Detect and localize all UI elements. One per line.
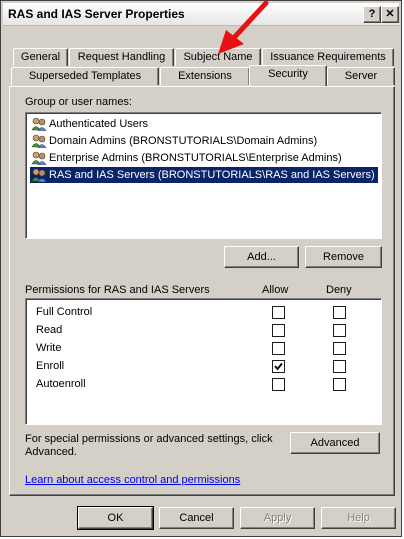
learn-more-link[interactable]: Learn about access control and permissio… — [25, 474, 240, 486]
allow-checkbox-write[interactable] — [272, 342, 285, 355]
user-group-icon — [31, 168, 47, 182]
permission-name: Enroll — [36, 360, 65, 372]
permission-row: Autoenroll — [36, 375, 86, 393]
special-permissions-text-2: Advanced. — [25, 446, 77, 458]
cancel-button[interactable]: Cancel — [159, 507, 234, 529]
user-name: Enterprise Admins (BRONSTUTORIALS\Enterp… — [49, 152, 342, 164]
advanced-button[interactable]: Advanced — [290, 432, 380, 454]
tab-subject-name[interactable]: Subject Name — [175, 48, 261, 66]
tab-general[interactable]: General — [13, 48, 68, 66]
list-item[interactable]: Domain Admins (BRONSTUTORIALS\Domain Adm… — [30, 133, 320, 149]
title-bar: RAS and IAS Server Properties ? ✕ — [3, 3, 399, 26]
tab-server[interactable]: Server — [327, 67, 395, 85]
deny-column-label: Deny — [326, 284, 352, 296]
apply-button[interactable]: Apply — [240, 507, 315, 529]
user-group-icon — [31, 151, 47, 165]
permissions-list: Full Control Read Write Enroll Autoenrol… — [25, 298, 382, 425]
tab-request-handling[interactable]: Request Handling — [69, 48, 174, 66]
add-button[interactable]: Add... — [224, 246, 299, 268]
user-group-icon — [31, 117, 47, 131]
user-name: Domain Admins (BRONSTUTORIALS\Domain Adm… — [49, 135, 318, 147]
user-name: Authenticated Users — [49, 118, 149, 130]
deny-checkbox-full-control[interactable] — [333, 306, 346, 319]
deny-checkbox-write[interactable] — [333, 342, 346, 355]
user-group-icon — [31, 134, 47, 148]
allow-checkbox-autoenroll[interactable] — [272, 378, 285, 391]
permission-row: Read — [36, 321, 62, 339]
permissions-header: Permissions for RAS and IAS Servers — [25, 284, 210, 296]
permission-name: Write — [36, 342, 62, 354]
permission-row: Full Control — [36, 303, 92, 321]
special-permissions-text: For special permissions or advanced sett… — [25, 433, 273, 445]
window-title: RAS and IAS Server Properties — [8, 7, 185, 21]
deny-checkbox-autoenroll[interactable] — [333, 378, 346, 391]
deny-checkbox-read[interactable] — [333, 324, 346, 337]
permission-name: Full Control — [36, 306, 93, 318]
permission-name: Read — [36, 324, 63, 336]
remove-button[interactable]: Remove — [305, 246, 382, 268]
allow-checkbox-read[interactable] — [272, 324, 285, 337]
allow-checkbox-full-control[interactable] — [272, 306, 285, 319]
allow-column-label: Allow — [262, 284, 289, 296]
user-name: RAS and IAS Servers (BRONSTUTORIALS\RAS … — [49, 169, 375, 181]
security-tab-panel: Group or user names: Authenticated Users — [9, 86, 395, 496]
tab-security[interactable]: Security — [249, 65, 327, 86]
permission-row: Write — [36, 339, 61, 357]
tab-superseded-templates[interactable]: Superseded Templates — [11, 67, 159, 85]
checkmark-icon — [274, 362, 283, 371]
permission-name: Autoenroll — [36, 378, 86, 390]
list-item-selected[interactable]: RAS and IAS Servers (BRONSTUTORIALS\RAS … — [30, 167, 378, 183]
permission-row: Enroll — [36, 357, 64, 375]
ok-button[interactable]: OK — [77, 506, 154, 530]
close-button[interactable]: ✕ — [381, 6, 399, 23]
list-item[interactable]: Enterprise Admins (BRONSTUTORIALS\Enterp… — [30, 150, 345, 166]
users-list[interactable]: Authenticated Users Domain Admins (BRONS… — [25, 112, 382, 239]
allow-checkbox-enroll[interactable] — [272, 360, 285, 373]
tab-extensions[interactable]: Extensions — [160, 67, 250, 85]
properties-dialog: RAS and IAS Server Properties ? ✕ Genera… — [0, 0, 402, 537]
group-users-label: Group or user names: — [25, 96, 132, 108]
deny-checkbox-enroll[interactable] — [333, 360, 346, 373]
list-item[interactable]: Authenticated Users — [30, 116, 151, 132]
tab-issuance-requirements[interactable]: Issuance Requirements — [262, 48, 394, 66]
help-button[interactable]: Help — [321, 507, 396, 529]
help-title-button[interactable]: ? — [363, 6, 381, 23]
